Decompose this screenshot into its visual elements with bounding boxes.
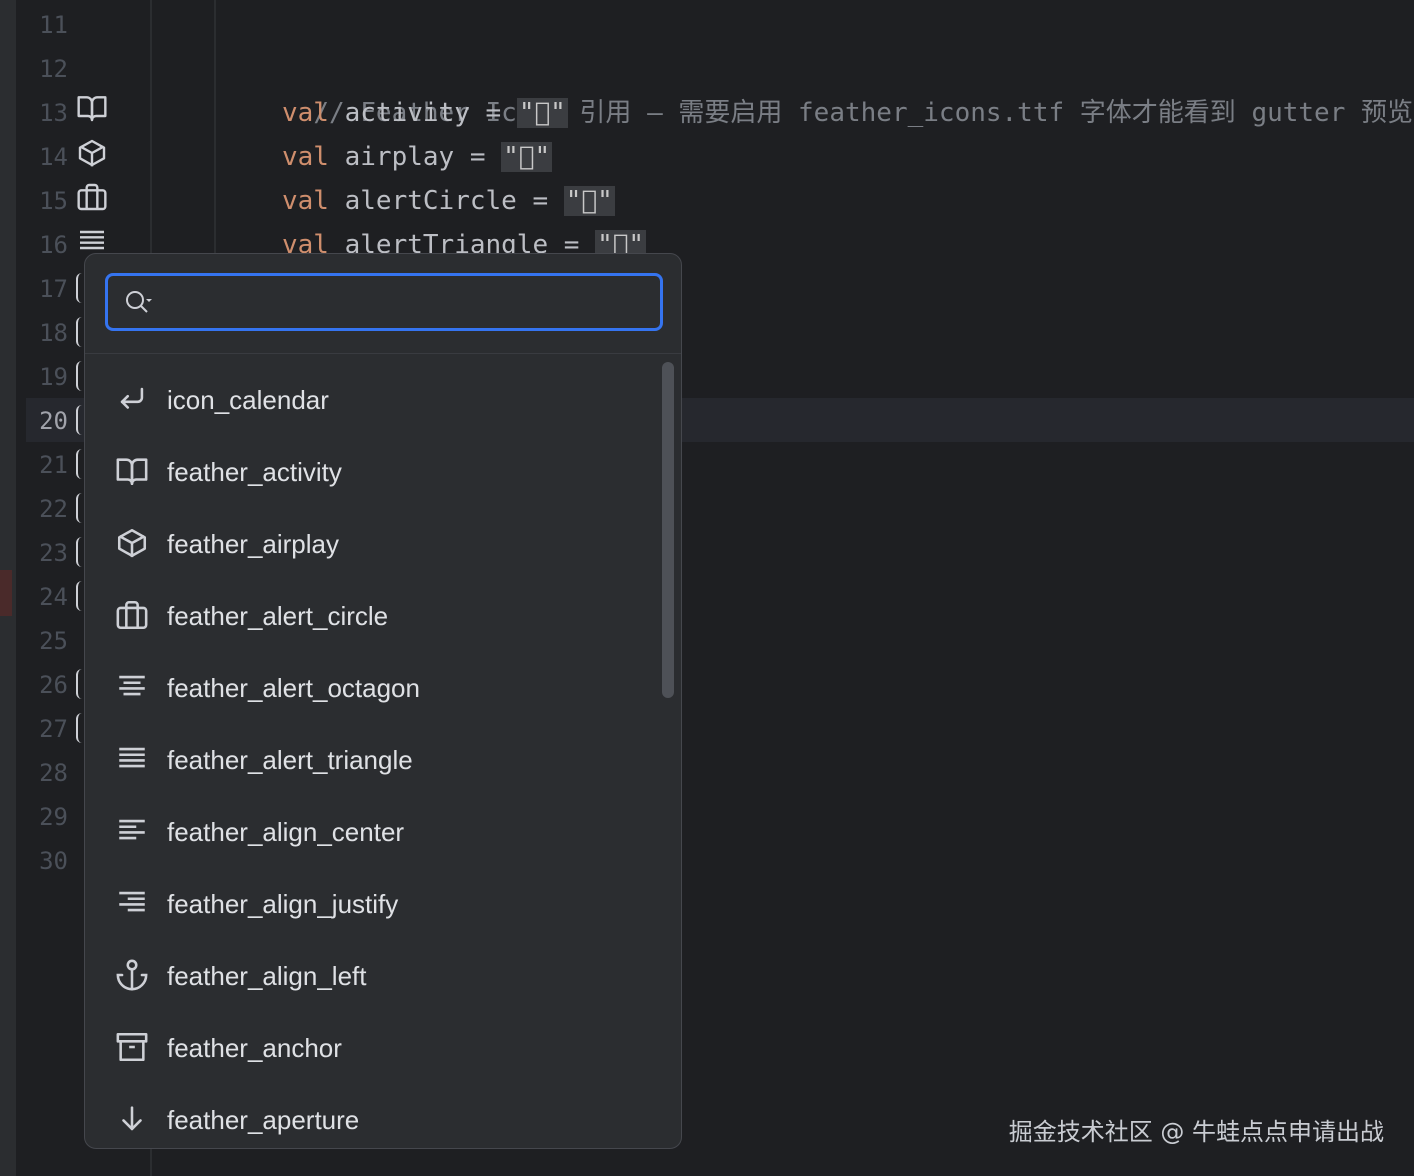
list-item[interactable]: feather_align_center [85, 796, 655, 868]
line-number[interactable]: 26 [28, 663, 68, 707]
line-number[interactable]: 29 [28, 795, 68, 839]
watermark: 掘金技术社区 @ 牛蛙点点申请出战 [1008, 1118, 1384, 1146]
fold-divider [214, 0, 216, 256]
line-number[interactable]: 14 [28, 135, 68, 179]
align-center-icon [115, 670, 149, 704]
line-number[interactable]: 20 [28, 399, 68, 443]
line-number[interactable]: 13 [28, 91, 68, 135]
line-number[interactable]: 23 [28, 531, 68, 575]
line-number[interactable]: 12 [28, 47, 68, 91]
line-number[interactable]: 16 [28, 223, 68, 267]
list-item[interactable]: feather_alert_triangle [85, 724, 655, 796]
item-label: feather_aperture [167, 1105, 360, 1135]
book-open-icon[interactable] [76, 92, 108, 124]
list-item[interactable]: feather_alert_octagon [85, 652, 655, 724]
briefcase-icon[interactable] [76, 181, 108, 213]
line-number[interactable]: 11 [28, 3, 68, 47]
line-number[interactable]: 22 [28, 487, 68, 531]
item-label: feather_anchor [167, 1033, 342, 1063]
change-marker [0, 570, 12, 616]
list-item[interactable]: feather_activity [85, 436, 655, 508]
return-arrow-icon [115, 382, 149, 416]
line-number[interactable]: 25 [28, 619, 68, 663]
scrollbar[interactable] [662, 362, 674, 698]
keyword: val [282, 142, 329, 172]
line-number[interactable]: 21 [28, 443, 68, 487]
left-tool-strip [0, 0, 16, 1176]
code-line[interactable]: val activity = "" [282, 91, 568, 135]
icon-chooser-popup: icon_calendar feather_activity feather_a… [84, 253, 682, 1149]
archive-icon [115, 1030, 149, 1064]
keyword: val [282, 98, 329, 128]
line-number[interactable]: 19 [28, 355, 68, 399]
line-number[interactable]: 15 [28, 179, 68, 223]
list-item[interactable]: feather_anchor [85, 1012, 655, 1084]
item-label: icon_calendar [167, 385, 329, 415]
keyword: val [282, 186, 329, 216]
align-justify-icon [115, 742, 149, 776]
string-literal: "" [501, 142, 553, 172]
code-line[interactable]: val airplay = "" [282, 135, 553, 179]
align-right-icon [115, 886, 149, 920]
item-label: feather_activity [167, 457, 342, 487]
line-number[interactable]: 30 [28, 839, 68, 883]
search-field[interactable] [105, 273, 663, 331]
arrow-down-icon [115, 1102, 149, 1136]
string-literal: "" [563, 186, 615, 216]
identifier: airplay = [328, 142, 502, 172]
identifier: activity = [328, 98, 517, 128]
popup-divider [85, 353, 681, 354]
list-item[interactable]: feather_align_justify [85, 868, 655, 940]
line-number[interactable]: 18 [28, 311, 68, 355]
item-label: feather_align_justify [167, 889, 399, 919]
line-number[interactable]: 27 [28, 707, 68, 751]
item-label: feather_align_left [167, 961, 367, 991]
code-line[interactable]: val alertCircle = "" [282, 179, 615, 223]
item-label: feather_airplay [167, 529, 339, 559]
item-label: feather_alert_octagon [167, 673, 420, 703]
line-number[interactable]: 17 [28, 267, 68, 311]
line-number[interactable]: 28 [28, 751, 68, 795]
item-label: feather_alert_circle [167, 601, 389, 631]
box-icon [115, 526, 149, 560]
item-label: feather_alert_triangle [167, 745, 413, 775]
anchor-icon [115, 958, 149, 992]
list-item[interactable]: icon_calendar [85, 364, 655, 436]
identifier: alertCircle = [328, 186, 564, 216]
list-item[interactable]: feather_airplay [85, 508, 655, 580]
box-icon[interactable] [76, 137, 108, 169]
briefcase-icon [115, 598, 149, 632]
item-label: feather_align_center [167, 817, 405, 847]
align-justify-icon[interactable] [76, 224, 108, 256]
list-item[interactable]: feather_alert_circle [85, 580, 655, 652]
list-item[interactable]: feather_align_left [85, 940, 655, 1012]
list-item[interactable]: feather_aperture [85, 1084, 655, 1148]
string-literal: "" [516, 98, 568, 128]
book-open-icon [115, 454, 149, 488]
align-left-icon [115, 814, 149, 848]
search-input[interactable] [170, 284, 654, 322]
search-icon[interactable] [124, 289, 154, 315]
line-number[interactable]: 24 [28, 575, 68, 619]
